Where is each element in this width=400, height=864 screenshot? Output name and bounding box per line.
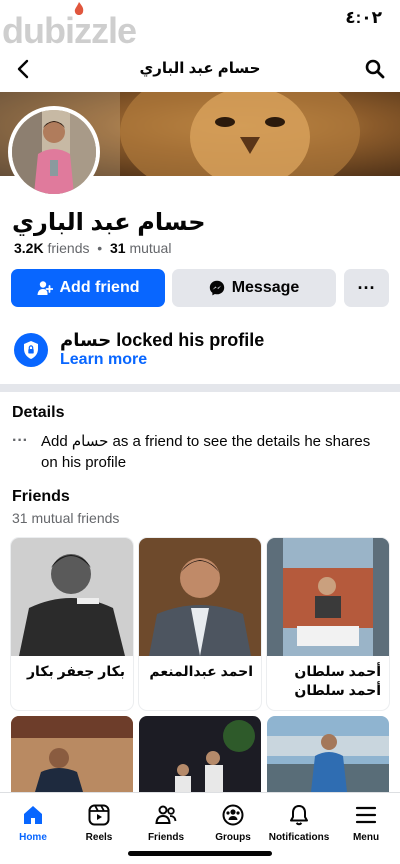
nav-title: حسام عبد الباري	[139, 60, 261, 77]
add-friend-button[interactable]: Add friend	[11, 269, 165, 307]
locked-profile-notice: حسام locked his profile Learn more	[14, 330, 394, 372]
mutual-count[interactable]: 31	[110, 240, 126, 256]
groups-icon	[222, 804, 244, 826]
friends-icon	[155, 805, 177, 824]
more-icon: ···	[357, 277, 376, 298]
status-bar: dubizzle ٤:٠٢	[0, 0, 400, 51]
locked-title: حسام locked his profile	[60, 330, 265, 350]
search-icon	[365, 59, 385, 79]
learn-more-link[interactable]: Learn more	[60, 351, 147, 369]
friends-word[interactable]: friends	[47, 240, 89, 256]
menu-icon	[355, 806, 377, 824]
friend-card[interactable]: احمد عبدالمنعم	[139, 538, 261, 710]
message-label: Message	[231, 279, 300, 296]
tab-reels[interactable]: Reels	[66, 801, 132, 843]
details-bullet-icon: ···	[12, 432, 28, 449]
tab-notifications[interactable]: Notifications	[266, 801, 332, 843]
home-indicator[interactable]	[128, 851, 272, 856]
details-heading: Details	[12, 404, 65, 421]
add-person-icon	[37, 281, 53, 295]
tab-notifications-label: Notifications	[268, 832, 330, 843]
friend-name: احمد عبدالمنعم	[149, 663, 253, 679]
shield-icon	[14, 333, 48, 367]
friend-photo	[139, 538, 261, 656]
friends-heading[interactable]: Friends	[12, 488, 70, 506]
tab-home[interactable]: Home	[0, 801, 66, 843]
watermark-logo: dubizzle	[2, 10, 137, 51]
friends-subtitle: 31 mutual friends	[12, 510, 120, 526]
friend-photo	[267, 716, 389, 792]
wifi-icon	[74, 2, 84, 15]
friend-name: أحمد سلطان أحمد سلطان	[294, 663, 381, 698]
message-button[interactable]: Message	[172, 269, 336, 307]
nav-bar: حسام عبد الباري	[0, 48, 400, 88]
bottom-tab-bar: Home Reels Friends Groups Notifications …	[0, 792, 400, 864]
friend-card[interactable]: بكار جعفر بكار	[11, 538, 133, 710]
tab-friends-label: Friends	[147, 832, 185, 843]
tab-menu-label: Menu	[352, 832, 380, 843]
home-icon	[24, 806, 42, 824]
friend-card[interactable]	[139, 716, 261, 792]
reels-icon	[88, 804, 110, 826]
more-options-button[interactable]: ···	[344, 269, 389, 307]
tab-reels-label: Reels	[85, 832, 113, 843]
friends-count[interactable]: 3.2K	[14, 240, 44, 256]
mutual-word[interactable]: mutual	[129, 240, 171, 256]
friend-photo	[267, 538, 389, 656]
friend-photo	[139, 716, 261, 792]
avatar-photo	[12, 110, 96, 194]
friend-card[interactable]	[267, 716, 389, 792]
friend-photo	[11, 716, 133, 792]
tab-friends[interactable]: Friends	[133, 801, 199, 843]
section-divider	[0, 384, 400, 392]
tab-menu[interactable]: Menu	[333, 801, 399, 843]
bell-icon	[290, 805, 308, 826]
friend-name: بكار جعفر بكار	[27, 663, 125, 679]
stats-separator: •	[97, 240, 103, 256]
friend-photo	[11, 538, 133, 656]
messenger-icon	[209, 280, 224, 296]
tab-groups-label: Groups	[215, 832, 251, 843]
details-text: Add حسام as a friend to see the details …	[41, 433, 371, 471]
friend-card[interactable]: أحمد سلطان أحمد سلطان	[267, 538, 389, 710]
tab-groups[interactable]: Groups	[200, 801, 266, 843]
search-button[interactable]	[362, 56, 388, 82]
add-friend-label: Add friend	[59, 279, 140, 296]
status-time: ٤:٠٢	[345, 8, 382, 27]
tab-home-label: Home	[19, 832, 47, 843]
friend-card[interactable]	[11, 716, 133, 792]
profile-avatar[interactable]	[8, 106, 100, 198]
profile-stats: 3.2K friends • 31 mutual	[14, 240, 171, 256]
profile-name: حسام عبد الباري	[12, 209, 206, 236]
